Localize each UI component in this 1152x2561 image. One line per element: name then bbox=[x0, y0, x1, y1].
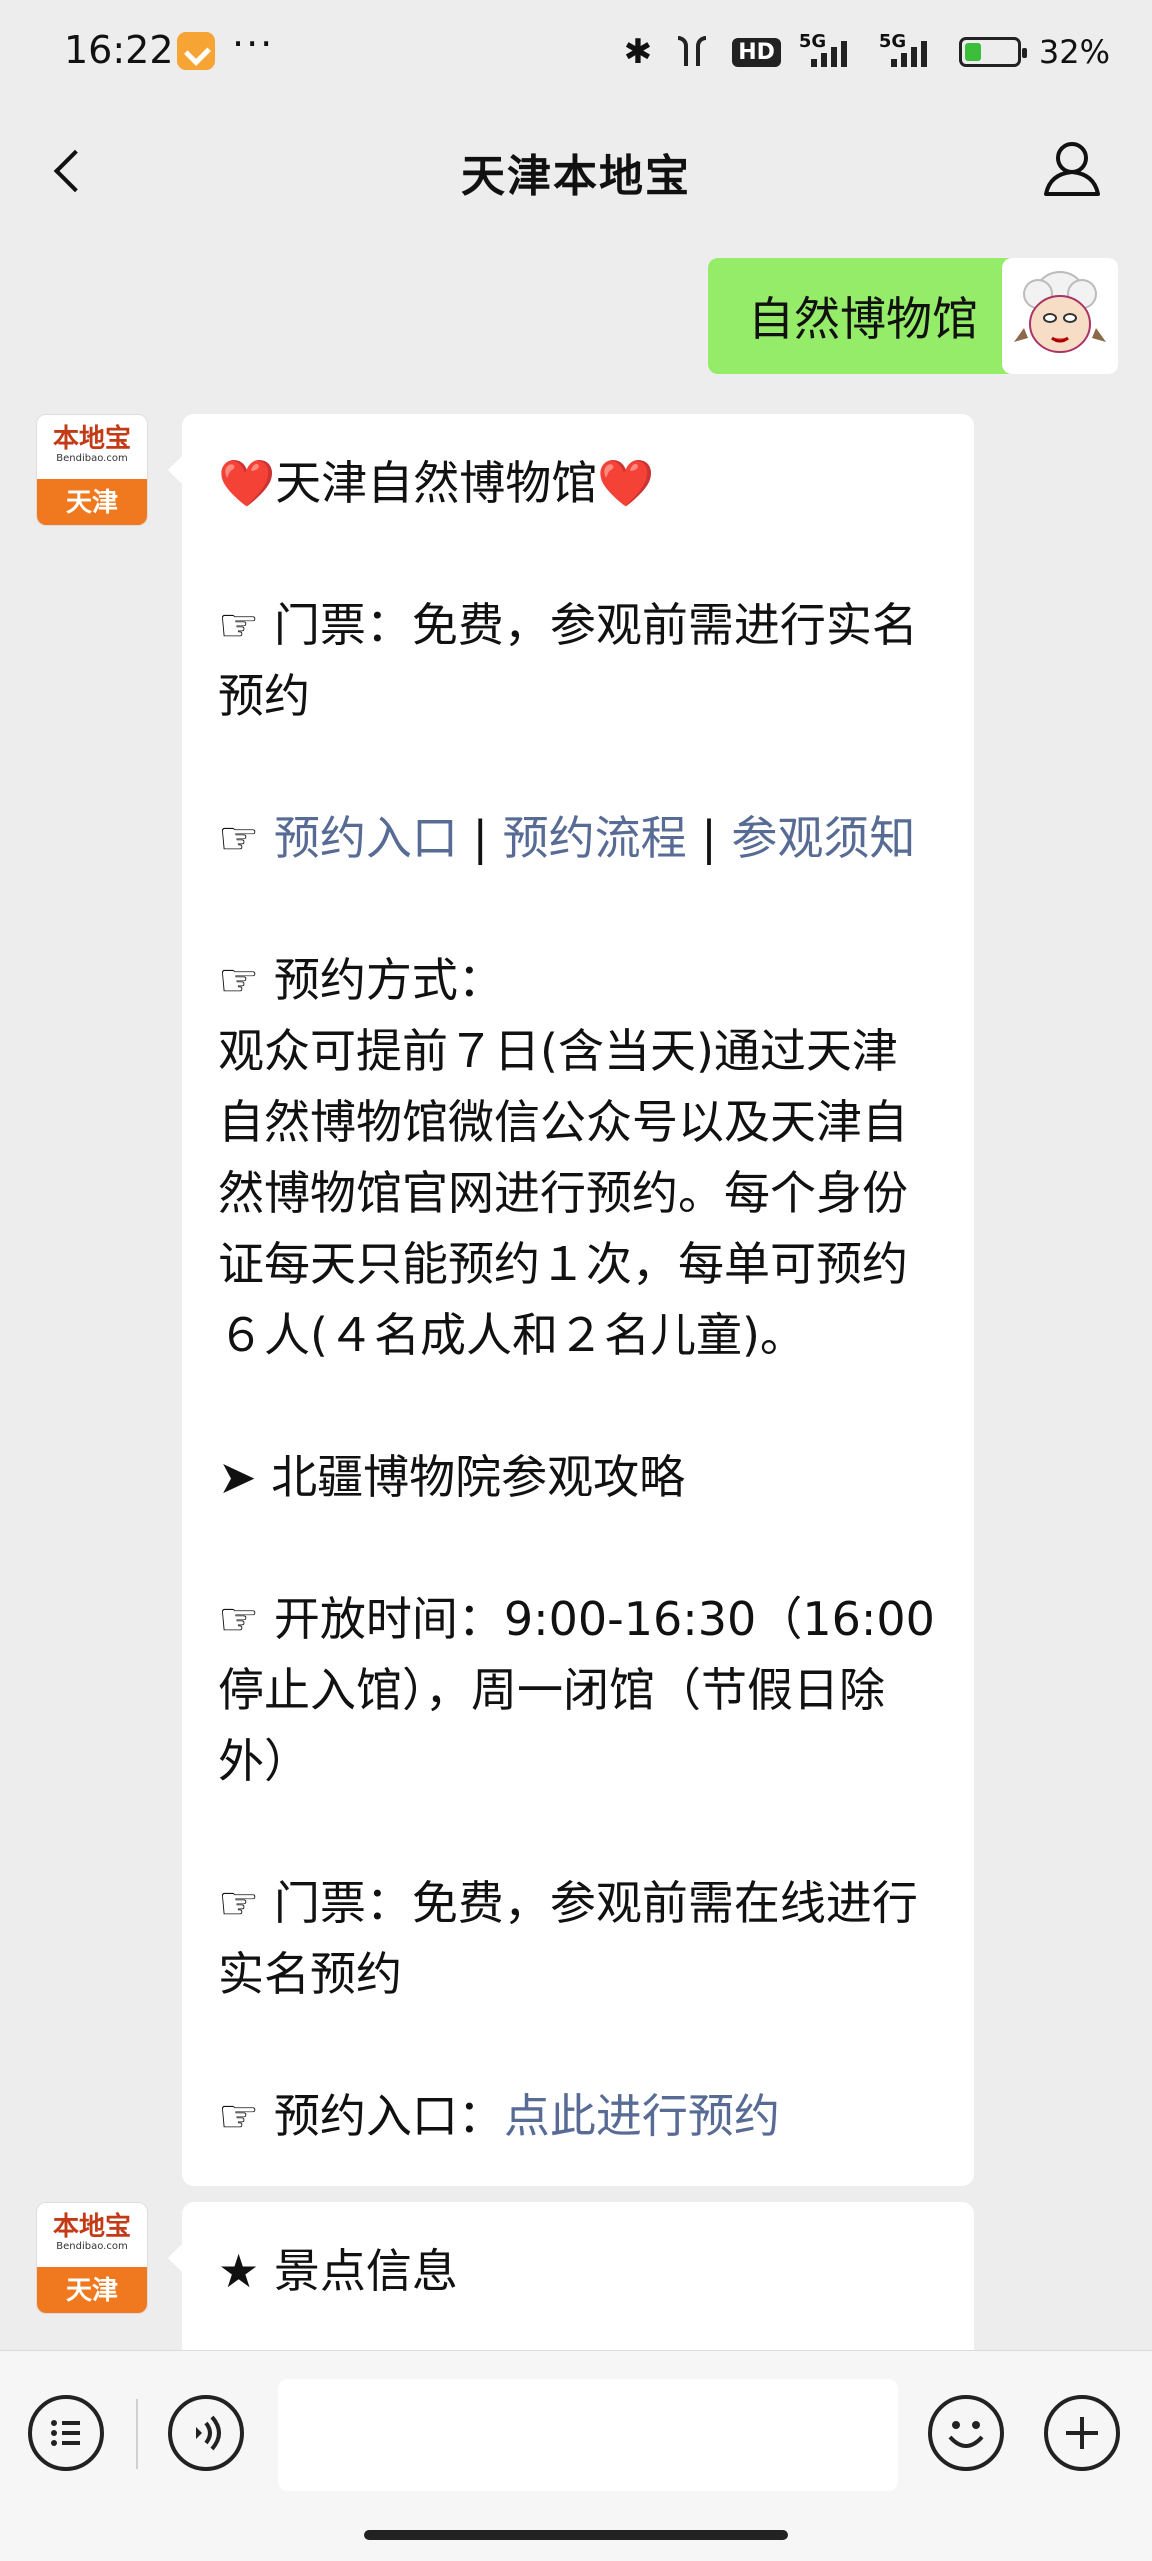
plus-icon bbox=[1066, 2417, 1098, 2449]
link-row: ☞ 预约入口 | 预约流程 | 参观须知 bbox=[218, 811, 916, 865]
emoji-icon bbox=[948, 2421, 984, 2448]
person-icon bbox=[1044, 142, 1100, 196]
ticket-info: ☞ 门票：免费，参观前需进行实名预约 bbox=[218, 598, 918, 723]
battery-icon bbox=[958, 37, 1027, 67]
bot-avatar[interactable]: 本地宝 Bendibao.com 天津 bbox=[36, 414, 148, 526]
earbuds-icon bbox=[677, 36, 707, 66]
voice-icon bbox=[196, 2415, 221, 2451]
nav-bar: 天津本地宝 bbox=[0, 104, 1152, 232]
menu-list-icon bbox=[51, 2420, 80, 2446]
status-time: 16:22 bbox=[64, 28, 174, 72]
booking-process-link[interactable]: 预约流程 bbox=[503, 811, 687, 865]
booking-method-title: ☞ 预约方式： bbox=[218, 953, 504, 1007]
guide-title: ➤ 北疆博物院参观攻略 bbox=[218, 1450, 686, 1504]
signal-icon: 5G bbox=[799, 31, 861, 71]
battery-percent: 32% bbox=[1038, 33, 1110, 71]
emoji-button[interactable] bbox=[928, 2395, 1004, 2471]
home-indicator[interactable] bbox=[364, 2530, 788, 2540]
app-notification-icon bbox=[177, 32, 215, 70]
status-indicators: ✱ HD 5G 5G 32% bbox=[624, 30, 1110, 74]
divider bbox=[136, 2399, 138, 2469]
booking-entry-row: ☞ 预约入口：点此进行预约 bbox=[218, 2089, 780, 2143]
bluetooth-icon: ✱ bbox=[623, 32, 653, 72]
booking-entry-link[interactable]: 预约入口 bbox=[274, 811, 458, 865]
sheep-avatar-icon bbox=[1014, 271, 1106, 353]
bot-message-bubble[interactable]: ❤️天津自然博物馆❤️ ☞ 门票：免费，参观前需进行实名预约 ☞ 预约入口 | … bbox=[168, 414, 974, 2186]
bot-message-bubble-2[interactable]: ★ 景点信息 bbox=[168, 2202, 974, 2350]
my-message-bubble[interactable]: 自然博物馆 bbox=[708, 258, 1032, 374]
hd-voice-badge: HD bbox=[732, 37, 781, 67]
book-now-link[interactable]: 点此进行预约 bbox=[504, 2089, 780, 2143]
attraction-info-title: ★ 景点信息 bbox=[218, 2244, 458, 2298]
more-notifications-icon: ··· bbox=[232, 22, 275, 66]
more-actions-button[interactable] bbox=[1044, 2395, 1120, 2471]
bot-avatar-2[interactable]: 本地宝 Bendibao.com 天津 bbox=[36, 2202, 148, 2314]
signal-icon-2: 5G bbox=[879, 31, 941, 71]
visit-notice-link[interactable]: 参观须知 bbox=[731, 811, 915, 865]
chat-area[interactable]: 自然博物馆 本地宝 Bendibao.com 天津 ❤️天津自然博物馆❤️ ☞ 门… bbox=[0, 232, 1152, 2350]
status-bar: 16:22 ··· ✱ HD 5G 5G 32% bbox=[0, 0, 1152, 104]
opening-hours: ☞ 开放时间：9:00-16:30（16:00停止入馆），周一闭馆（节假日除外） bbox=[218, 1592, 935, 1788]
booking-method-text: 观众可提前７日(含当天)通过天津自然博物馆微信公众号以及天津自然博物馆官网进行预… bbox=[218, 1024, 908, 1362]
message-title: ❤️天津自然博物馆❤️ bbox=[218, 456, 655, 510]
page-title: 天津本地宝 bbox=[461, 151, 691, 202]
menu-button[interactable] bbox=[28, 2395, 104, 2471]
voice-button[interactable] bbox=[168, 2395, 244, 2471]
profile-button[interactable] bbox=[1036, 132, 1108, 204]
ticket-info-2: ☞ 门票：免费，参观前需在线进行实名预约 bbox=[218, 1876, 918, 2001]
my-avatar[interactable] bbox=[1002, 258, 1118, 374]
message-input[interactable] bbox=[278, 2379, 898, 2491]
my-message-text: 自然博物馆 bbox=[748, 292, 978, 346]
